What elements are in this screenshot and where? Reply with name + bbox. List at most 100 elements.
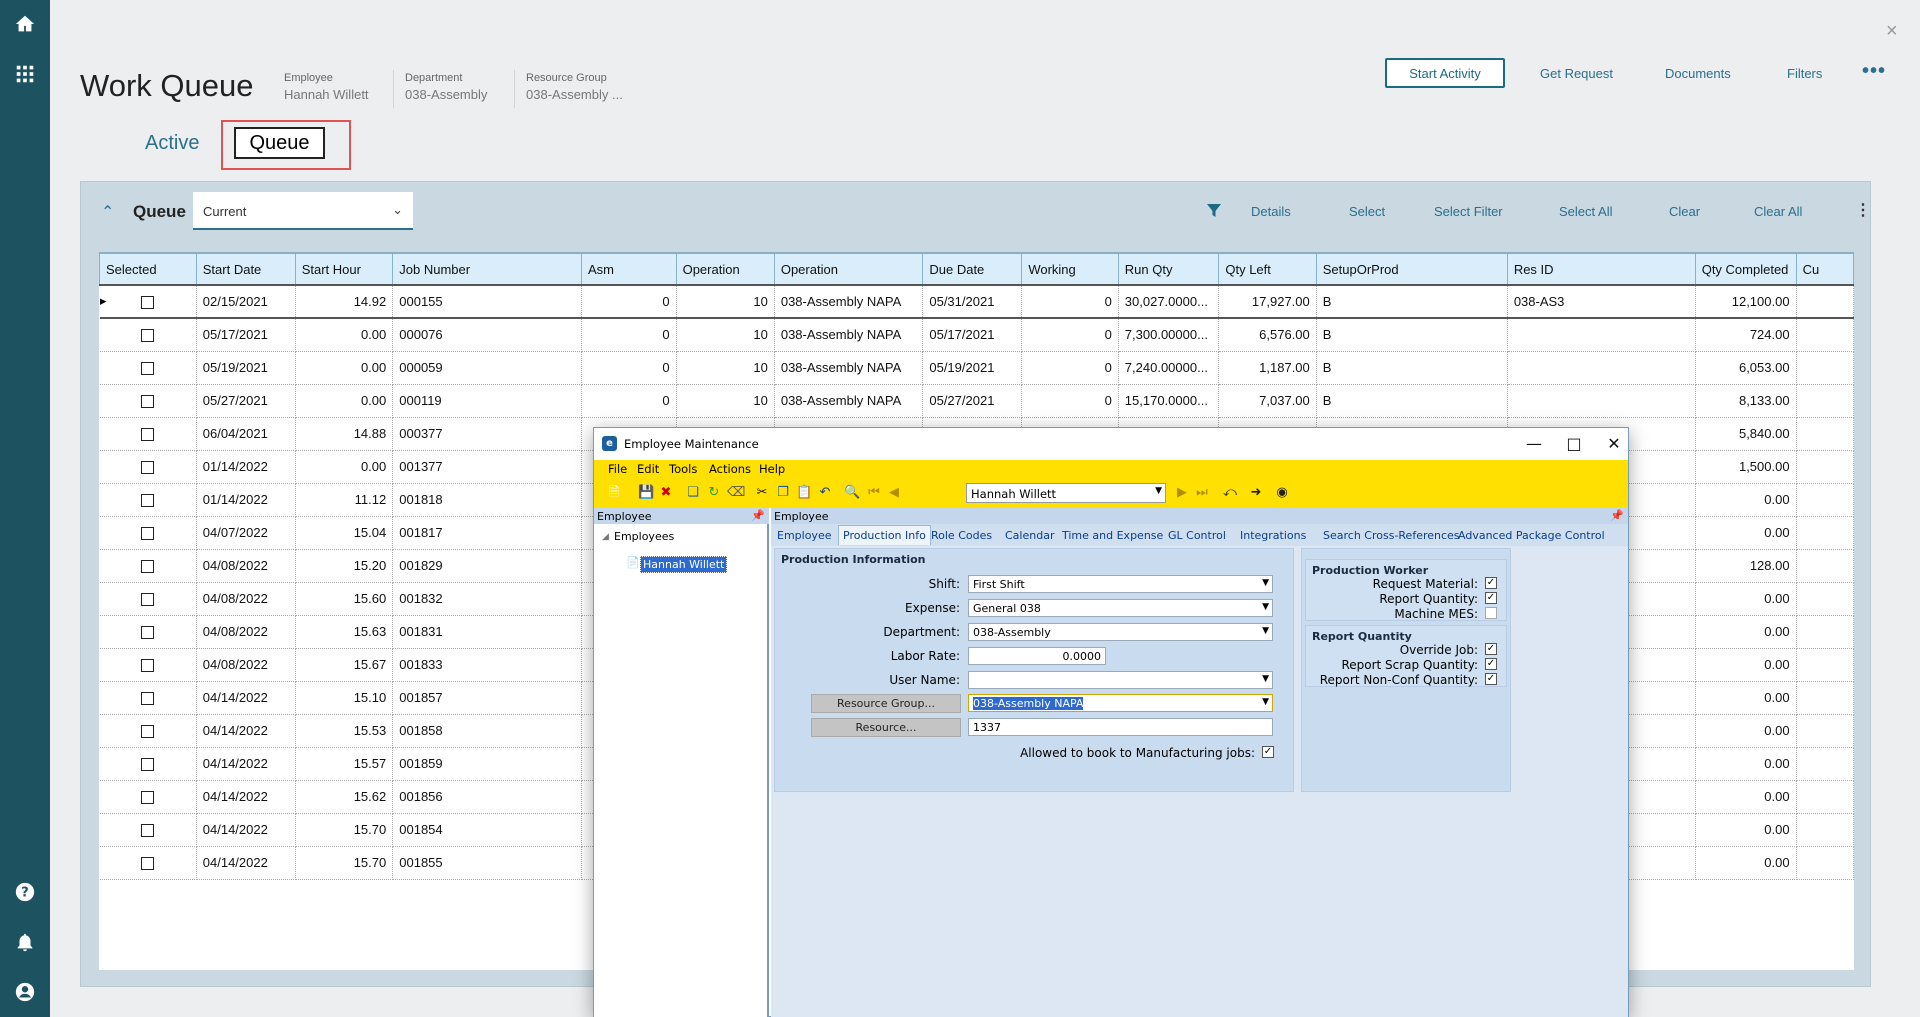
row-select-checkbox[interactable] [141,395,155,409]
tab-role-codes[interactable]: Role Codes [931,529,992,542]
last-record-icon[interactable]: ⏭ [1194,485,1210,501]
maximize-icon[interactable]: □ [1554,432,1594,456]
cell-job-number[interactable]: 000119 [392,384,583,418]
cut-icon[interactable]: ✂ [754,485,770,501]
report-nonconf-checkbox[interactable]: ✓ [1485,673,1497,685]
labor-rate-input[interactable]: 0.0000 [968,647,1106,665]
col-header-run-qty[interactable]: Run Qty [1117,252,1220,286]
tree-root[interactable]: Employees [614,530,674,543]
more-options-icon[interactable]: ••• [1862,60,1886,83]
table-row[interactable]: 05/17/2021 0.00 000076 0 10 038-Assembly NAPA… [99,318,1854,352]
cell-job-number[interactable]: 001855 [392,846,583,880]
filter-icon[interactable] [1207,204,1221,218]
cell-job-number[interactable]: 001831 [392,615,583,649]
resource-input[interactable]: 1337 [968,718,1273,736]
menu-edit[interactable]: Edit [637,462,659,476]
row-select-checkbox[interactable] [141,626,155,640]
cell-job-number[interactable]: 000377 [392,417,583,451]
collapse-chevron-icon[interactable]: ⌃ [101,202,114,222]
forward-icon[interactable]: ➜ [1248,485,1264,501]
delete-icon[interactable]: ✖ [658,485,674,501]
clear-all-button[interactable]: Clear All [1754,204,1802,219]
cell-job-number[interactable]: 001859 [392,747,583,781]
row-select-checkbox[interactable] [141,692,155,706]
tree-expander-icon[interactable]: ◢ [602,532,609,542]
back-icon[interactable]: ⤺ [1222,485,1238,501]
col-header-start-date[interactable]: Start Date [195,252,296,286]
row-select-checkbox[interactable] [141,725,155,739]
cell-job-number[interactable]: 001829 [392,549,583,583]
cell-job-number[interactable]: 001832 [392,582,583,616]
prev-record-icon[interactable]: ◀ [886,485,902,501]
next-record-icon[interactable]: ▶ [1174,485,1190,501]
menu-tools[interactable]: Tools [669,462,697,476]
user-icon[interactable] [13,980,37,1004]
apps-grid-icon[interactable] [13,62,37,86]
close-icon[interactable]: ✕ [1594,432,1634,456]
get-request-button[interactable]: Get Request [1540,66,1613,81]
col-header-due-date[interactable]: Due Date [922,252,1023,286]
tab-employee[interactable]: Employee [777,529,831,542]
tab-gl-control[interactable]: GL Control [1168,529,1226,542]
row-select-checkbox[interactable] [141,527,155,541]
tab-queue[interactable]: Queue [234,127,325,159]
col-header-qty-completed[interactable]: Qty Completed [1694,252,1797,286]
cell-job-number[interactable]: 001857 [392,681,583,715]
tab-time-and-expense[interactable]: Time and Expense [1062,529,1163,542]
col-header-operation[interactable]: Operation [675,252,775,286]
row-select-checkbox[interactable] [141,824,155,838]
row-select-checkbox[interactable] [141,593,155,607]
col-header-cu[interactable]: Cu [1795,252,1854,286]
menu-help[interactable]: Help [759,462,785,476]
col-header-start-hour[interactable]: Start Hour [294,252,394,286]
col-header-job-number[interactable]: Job Number [392,252,583,286]
report-scrap-checkbox[interactable]: ✓ [1485,658,1497,670]
row-select-checkbox[interactable] [141,857,155,871]
tab-production-info[interactable]: Production Info [838,525,931,545]
documents-button[interactable]: Documents [1665,66,1731,81]
home-nav-icon[interactable]: ◉ [1274,485,1290,501]
row-select-checkbox[interactable] [141,296,155,310]
row-select-checkbox[interactable] [141,560,155,574]
cell-job-number[interactable]: 001817 [392,516,583,550]
col-header-qty-left[interactable]: Qty Left [1218,252,1317,286]
menu-file[interactable]: File [608,462,627,476]
select-button[interactable]: Select [1349,204,1385,219]
report-quantity-checkbox[interactable]: ✓ [1485,592,1497,604]
cell-job-number[interactable]: 001858 [392,714,583,748]
close-icon[interactable]: × [1886,20,1898,43]
col-header-operation-desc[interactable]: Operation [773,252,924,286]
department-select[interactable]: 038-Assembly ▼ [968,623,1273,641]
col-header-working[interactable]: Working [1021,252,1119,286]
tab-integrations[interactable]: Integrations [1240,529,1306,542]
table-row[interactable]: 05/27/2021 0.00 000119 0 10 038-Assembly NAPA… [99,384,1854,418]
copy-icon[interactable]: ❏ [685,485,701,501]
refresh-icon[interactable]: ↻ [706,485,722,501]
copy2-icon[interactable]: ❐ [775,485,791,501]
table-row[interactable]: 05/19/2021 0.00 000059 0 10 038-Assembly NAPA… [99,351,1854,385]
paste-icon[interactable]: 📋 [796,485,812,501]
filters-button[interactable]: Filters [1787,66,1822,81]
tree-selected-employee[interactable]: Hannah Willett [640,556,728,573]
col-header-res-id[interactable]: Res ID [1506,252,1696,286]
menu-actions[interactable]: Actions [709,462,751,476]
select-all-button[interactable]: Select All [1559,204,1612,219]
resource-group-button[interactable]: Resource Group... [811,694,961,713]
table-row[interactable]: ▶ 02/15/2021 14.92 000155 0 10 038-Assembly NA… [99,284,1854,319]
select-filter-button[interactable]: Select Filter [1434,204,1503,219]
clear-button[interactable]: Clear [1669,204,1700,219]
resource-button[interactable]: Resource... [811,718,961,737]
pin-icon[interactable]: 📌 [1610,509,1624,522]
clear-icon[interactable]: ⌫ [727,485,745,501]
row-select-checkbox[interactable] [141,758,155,772]
first-record-icon[interactable]: ⏮ [866,485,882,501]
row-select-checkbox[interactable] [141,461,155,475]
cell-job-number[interactable]: 001856 [392,780,583,814]
row-select-checkbox[interactable] [141,494,155,508]
cell-job-number[interactable]: 001818 [392,483,583,517]
col-header-asm[interactable]: Asm [581,252,677,286]
machine-mes-checkbox[interactable] [1485,607,1497,619]
start-activity-button[interactable]: Start Activity [1385,58,1505,88]
pin-icon[interactable]: 📌 [751,509,765,522]
expense-select[interactable]: General 038 ▼ [968,599,1273,617]
